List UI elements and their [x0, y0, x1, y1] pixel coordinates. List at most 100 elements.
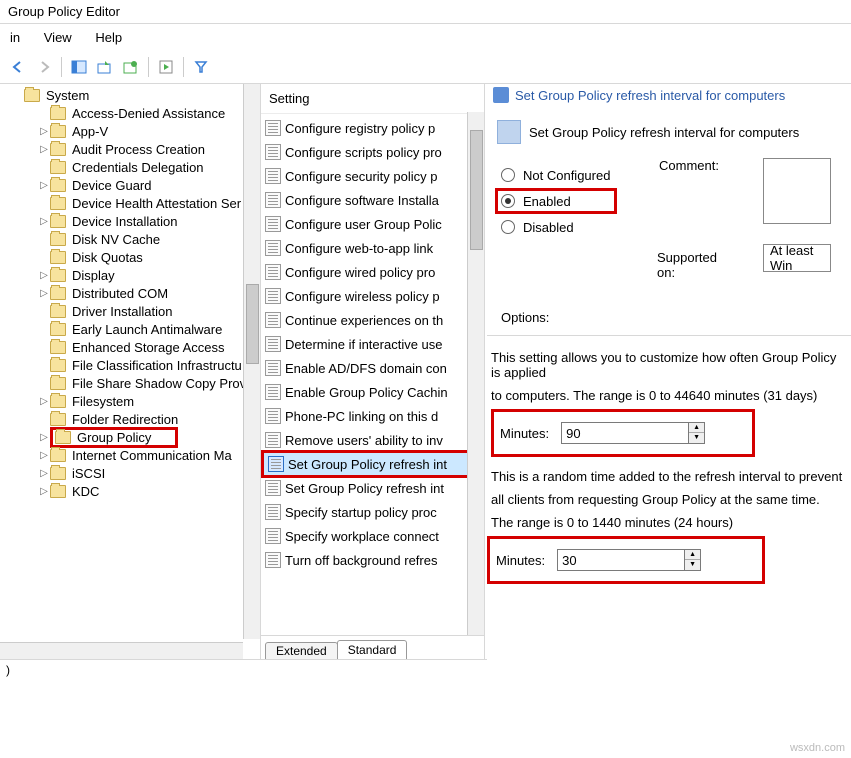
tree-item[interactable]: ▷Distributed COM	[0, 284, 260, 302]
option-desc: to computers. The range is 0 to 44640 mi…	[491, 384, 845, 407]
tree-item[interactable]: ▷Filesystem	[0, 392, 260, 410]
radio-icon[interactable]	[501, 168, 515, 182]
setting-item[interactable]: Set Group Policy refresh int	[261, 450, 484, 478]
tree-item[interactable]: ▷Device Installation	[0, 212, 260, 230]
tree-item[interactable]: ▷ Device Guard	[0, 176, 260, 194]
settings-header[interactable]: Setting	[261, 84, 484, 114]
setting-item[interactable]: Enable Group Policy Cachin	[261, 380, 484, 404]
setting-item[interactable]: Determine if interactive use	[261, 332, 484, 356]
expander-icon[interactable]: ▷	[38, 287, 50, 299]
toolbar-view-icon[interactable]	[67, 55, 91, 79]
tab-extended[interactable]: Extended	[265, 642, 338, 659]
toolbar-refresh-icon[interactable]	[119, 55, 143, 79]
menu-item-help[interactable]: Help	[85, 26, 132, 49]
toolbar-export-icon[interactable]	[93, 55, 117, 79]
radio-icon[interactable]	[501, 194, 515, 208]
setting-item[interactable]: Remove users' ability to inv	[261, 428, 484, 452]
setting-item[interactable]: Configure scripts policy pro	[261, 140, 484, 164]
settings-scrollbar[interactable]	[467, 112, 484, 635]
tree-item[interactable]: Credentials Delegation	[0, 158, 260, 176]
setting-item[interactable]: Configure security policy p	[261, 164, 484, 188]
tree-item[interactable]: ▷Group Policy	[0, 428, 260, 446]
expander-icon[interactable]: ▷	[38, 143, 50, 155]
tree-item[interactable]: Enhanced Storage Access	[0, 338, 260, 356]
setting-icon	[265, 552, 281, 568]
expander-icon[interactable]	[38, 377, 50, 389]
setting-item[interactable]: Turn off background refres	[261, 548, 484, 572]
spin-up-icon[interactable]: ▲	[689, 423, 704, 433]
tree-item[interactable]: ▷Audit Process Creation	[0, 140, 260, 158]
minutes-spinner-2[interactable]: ▲▼	[557, 549, 701, 571]
expander-icon[interactable]: ▷	[38, 179, 50, 191]
tree-item-label: Device Guard	[70, 178, 153, 193]
setting-item[interactable]: Specify workplace connect	[261, 524, 484, 548]
setting-item[interactable]: Phone-PC linking on this d	[261, 404, 484, 428]
radio-enabled[interactable]: Enabled	[495, 188, 617, 214]
setting-item[interactable]: Configure wired policy pro	[261, 260, 484, 284]
tree-item[interactable]: ▷Internet Communication Ma	[0, 446, 260, 464]
menu-item[interactable]: in	[0, 26, 30, 49]
expander-icon[interactable]: ▷	[38, 395, 50, 407]
expander-icon[interactable]	[38, 413, 50, 425]
tree-item[interactable]: ▷App-V	[0, 122, 260, 140]
setting-item[interactable]: Configure software Installa	[261, 188, 484, 212]
setting-item[interactable]: Configure registry policy p	[261, 116, 484, 140]
expander-icon[interactable]	[38, 161, 50, 173]
expander-icon[interactable]	[38, 197, 50, 209]
tab-standard[interactable]: Standard	[337, 640, 408, 659]
minutes-spinner-1[interactable]: ▲▼	[561, 422, 705, 444]
expander-icon[interactable]	[38, 341, 50, 353]
setting-item[interactable]: Specify startup policy proc	[261, 500, 484, 524]
toolbar-play-icon[interactable]	[154, 55, 178, 79]
menu-bar: in View Help	[0, 24, 851, 51]
setting-item[interactable]: Configure web-to-app link	[261, 236, 484, 260]
tree-item[interactable]: Folder Redirection	[0, 410, 260, 428]
tree-item[interactable]: Driver Installation	[0, 302, 260, 320]
tree-item[interactable]: Disk Quotas	[0, 248, 260, 266]
expander-icon[interactable]: ▷	[38, 485, 50, 497]
setting-item[interactable]: Configure user Group Polic	[261, 212, 484, 236]
tree-root[interactable]: System	[0, 86, 260, 104]
tree-item[interactable]: ▷Display	[0, 266, 260, 284]
expander-icon[interactable]: ▷	[38, 431, 50, 443]
toolbar-separator	[183, 57, 184, 77]
setting-item[interactable]: Enable AD/DFS domain con	[261, 356, 484, 380]
tree-item[interactable]: File Classification Infrastructu	[0, 356, 260, 374]
expander-icon[interactable]	[38, 251, 50, 263]
expander-icon[interactable]: ▷	[38, 269, 50, 281]
setting-item[interactable]: Set Group Policy refresh int	[261, 476, 484, 500]
menu-item-view[interactable]: View	[34, 26, 82, 49]
tree-scrollbar-h[interactable]	[0, 642, 243, 659]
tree-item[interactable]: Disk NV Cache	[0, 230, 260, 248]
tree-item[interactable]: File Share Shadow Copy Prov	[0, 374, 260, 392]
spin-up-icon[interactable]: ▲	[685, 550, 700, 560]
expander-icon[interactable]	[38, 233, 50, 245]
expander-icon[interactable]	[38, 359, 50, 371]
spin-down-icon[interactable]: ▼	[685, 560, 700, 570]
tree-item[interactable]: ▷KDC	[0, 482, 260, 500]
tree-item[interactable]: Access-Denied Assistance	[0, 104, 260, 122]
minutes-input-2[interactable]	[557, 549, 685, 571]
tree-item[interactable]: ▷iSCSI	[0, 464, 260, 482]
spin-down-icon[interactable]: ▼	[689, 433, 704, 443]
folder-icon	[50, 467, 66, 480]
tree-scrollbar-v[interactable]	[243, 84, 260, 639]
comment-textarea[interactable]	[763, 158, 831, 224]
expander-icon[interactable]: ▷	[38, 215, 50, 227]
setting-icon	[265, 288, 281, 304]
expander-icon[interactable]	[38, 323, 50, 335]
toolbar-back-icon[interactable]	[6, 55, 30, 79]
setting-item[interactable]: Configure wireless policy p	[261, 284, 484, 308]
expander-icon[interactable]: ▷	[38, 449, 50, 461]
radio-icon[interactable]	[501, 220, 515, 234]
tree-item[interactable]: Early Launch Antimalware	[0, 320, 260, 338]
setting-item[interactable]: Continue experiences on th	[261, 308, 484, 332]
expander-icon[interactable]: ▷	[38, 467, 50, 479]
tree-item[interactable]: Device Health Attestation Ser	[0, 194, 260, 212]
toolbar-filter-icon[interactable]	[189, 55, 213, 79]
expander-icon[interactable]	[38, 305, 50, 317]
minutes-input-1[interactable]	[561, 422, 689, 444]
toolbar-forward-icon[interactable]	[32, 55, 56, 79]
expander-icon[interactable]	[38, 107, 50, 119]
expander-icon[interactable]: ▷	[38, 125, 50, 137]
